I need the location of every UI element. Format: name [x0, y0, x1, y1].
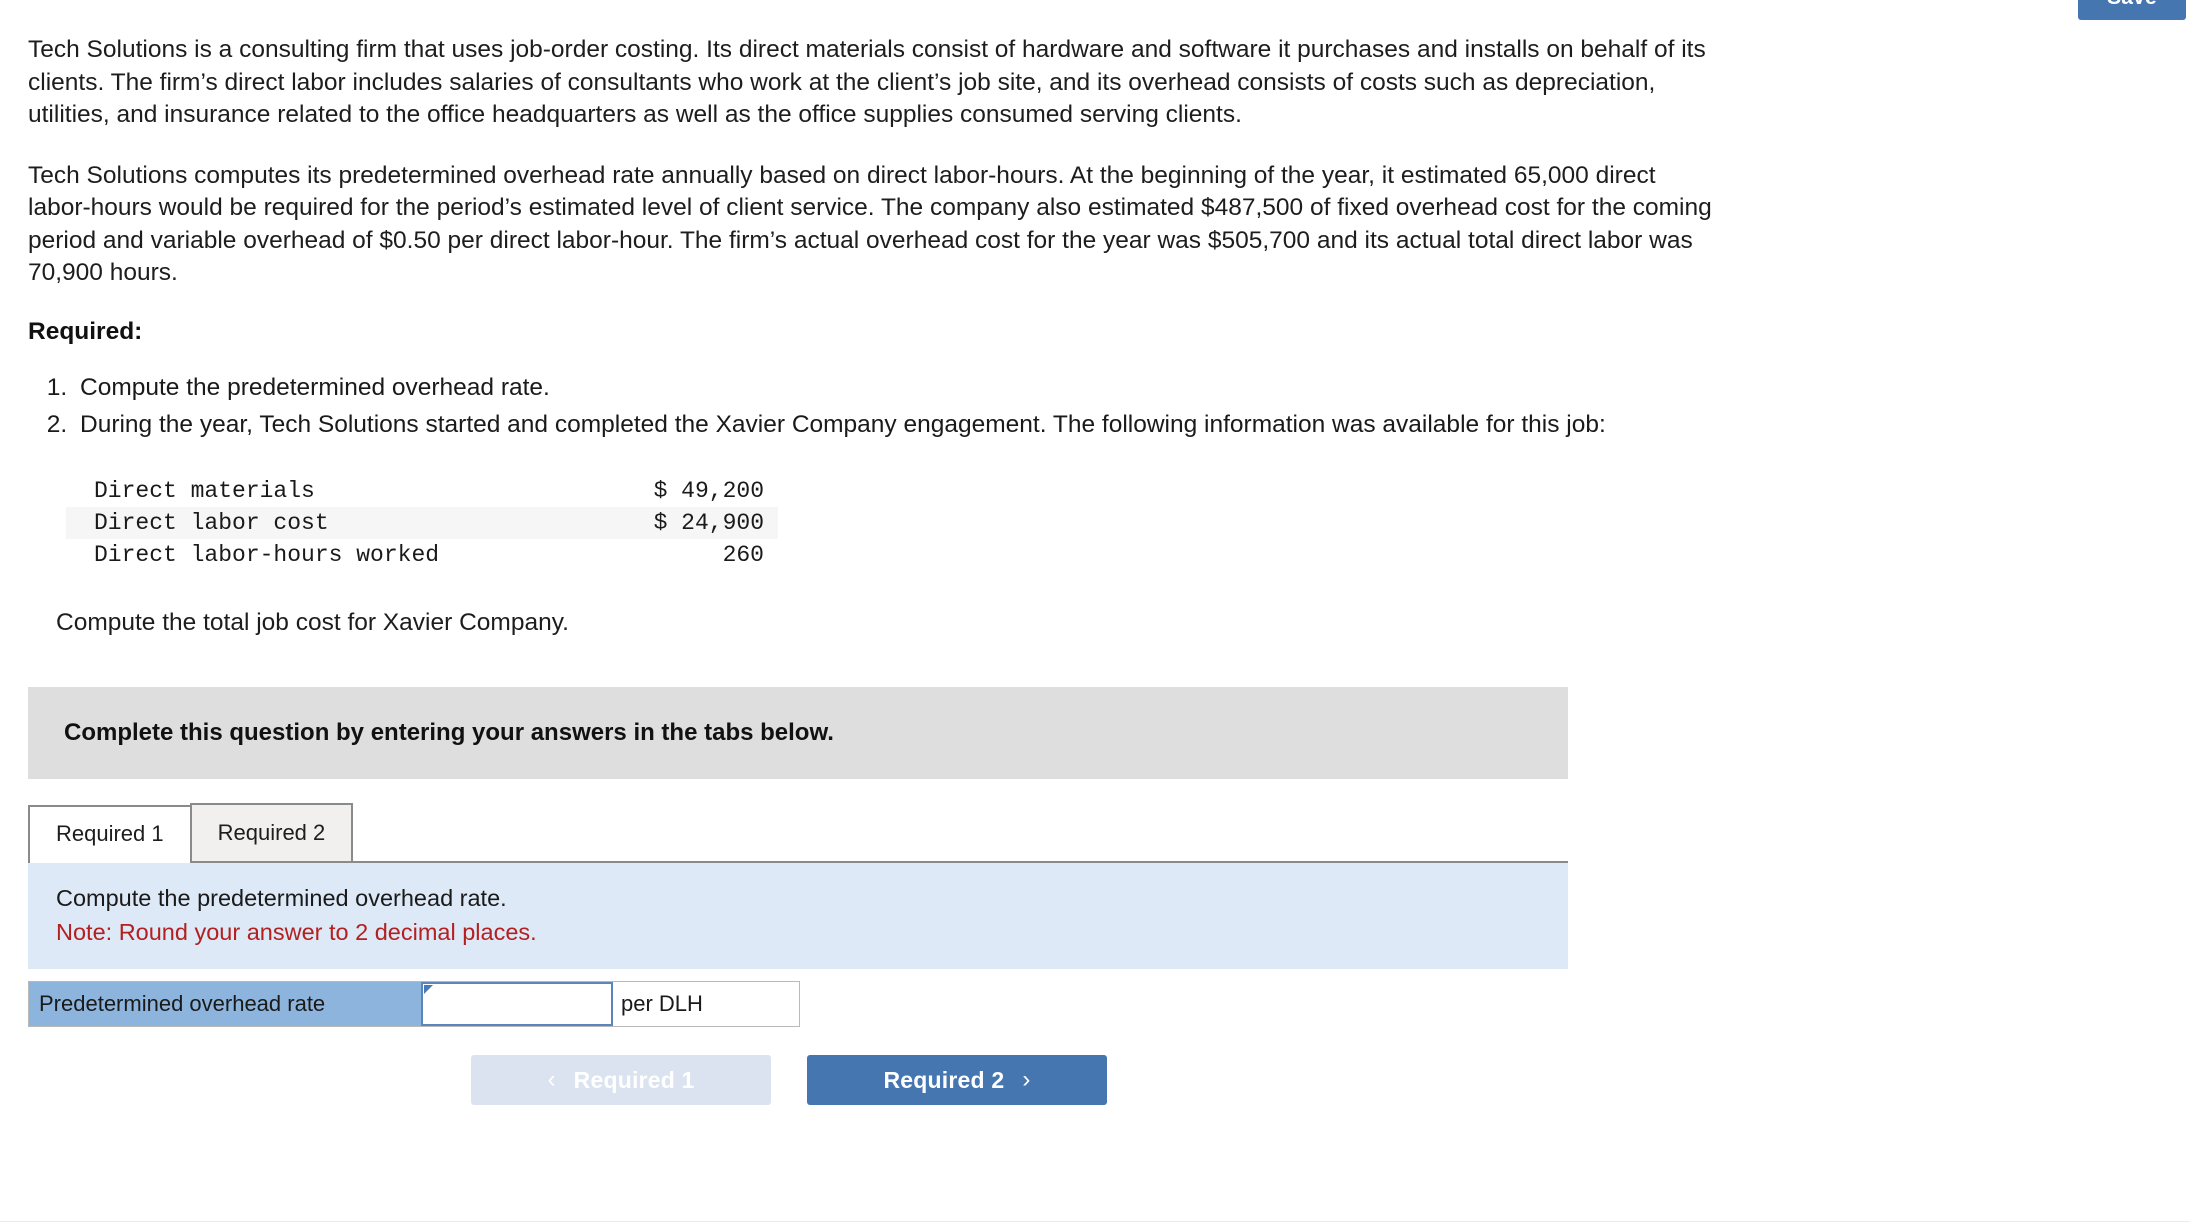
note-panel-instruction: Compute the predetermined overhead rate.: [56, 885, 507, 912]
job-data-value: 260: [722, 542, 764, 569]
note-panel: Compute the predetermined overhead rate.…: [28, 863, 1568, 970]
prev-required-1-button[interactable]: ‹ Required 1: [471, 1055, 771, 1106]
answer-row-unit: per DLH: [613, 982, 799, 1027]
answer-row-label: Predetermined overhead rate: [29, 982, 421, 1027]
navigation-row: ‹ Required 1 Required 2 ›: [28, 1055, 1738, 1106]
requirement-item-1: Compute the predetermined overhead rate.: [74, 372, 1738, 405]
tab-required-2-label: Required 2: [217, 820, 326, 846]
job-data-value: $ 24,900: [653, 510, 764, 537]
problem-paragraph-2: Tech Solutions computes its predetermine…: [28, 161, 1712, 287]
compute-total-job-cost-text: Compute the total job cost for Xavier Co…: [56, 609, 569, 637]
next-required-2-label: Required 2: [883, 1066, 1005, 1093]
job-data-value: $ 49,200: [653, 478, 764, 505]
tab-required-1-label: Required 1: [56, 821, 164, 847]
job-data-label: Direct labor cost: [94, 510, 329, 537]
required-heading: Required:: [28, 318, 143, 346]
top-right-action-button[interactable]: Save: [2078, 0, 2186, 20]
table-row: Direct labor cost $ 24,900: [66, 507, 778, 540]
table-row: Direct materials $ 49,200: [66, 475, 778, 507]
job-data-table: Direct materials $ 49,200 Direct labor c…: [66, 475, 778, 571]
problem-paragraph-1: Tech Solutions is a consulting firm that…: [28, 36, 1706, 129]
answer-row: Predetermined overhead rate per DLH: [28, 981, 800, 1028]
requirements-list: Compute the predetermined overhead rate.…: [28, 372, 1738, 441]
job-data-label: Direct materials: [94, 478, 315, 505]
tab-required-1[interactable]: Required 1: [28, 805, 192, 864]
instruction-banner: Complete this question by entering your …: [28, 687, 1568, 780]
note-panel-rounding-note: Note: Round your answer to 2 decimal pla…: [56, 919, 537, 946]
bottom-divider: [0, 1221, 2190, 1222]
problem-content: Tech Solutions is a consulting firm that…: [28, 34, 1738, 1106]
instruction-banner-text: Complete this question by entering your …: [64, 719, 834, 747]
prev-required-1-label: Required 1: [573, 1066, 695, 1093]
requirement-item-2: During the year, Tech Solutions started …: [74, 409, 1738, 442]
tab-required-2[interactable]: Required 2: [189, 803, 354, 862]
top-right-action-label: Save: [2107, 0, 2157, 9]
chevron-right-icon: ›: [1022, 1066, 1031, 1094]
table-row: Direct labor-hours worked 260: [66, 539, 778, 571]
next-required-2-button[interactable]: Required 2 ›: [807, 1055, 1107, 1106]
tab-strip: Required 1 Required 2: [28, 803, 1568, 864]
answer-input-cell: [421, 982, 613, 1027]
chevron-left-icon: ‹: [547, 1066, 556, 1094]
job-data-label: Direct labor-hours worked: [94, 542, 440, 569]
predetermined-overhead-rate-input[interactable]: [421, 982, 613, 1027]
